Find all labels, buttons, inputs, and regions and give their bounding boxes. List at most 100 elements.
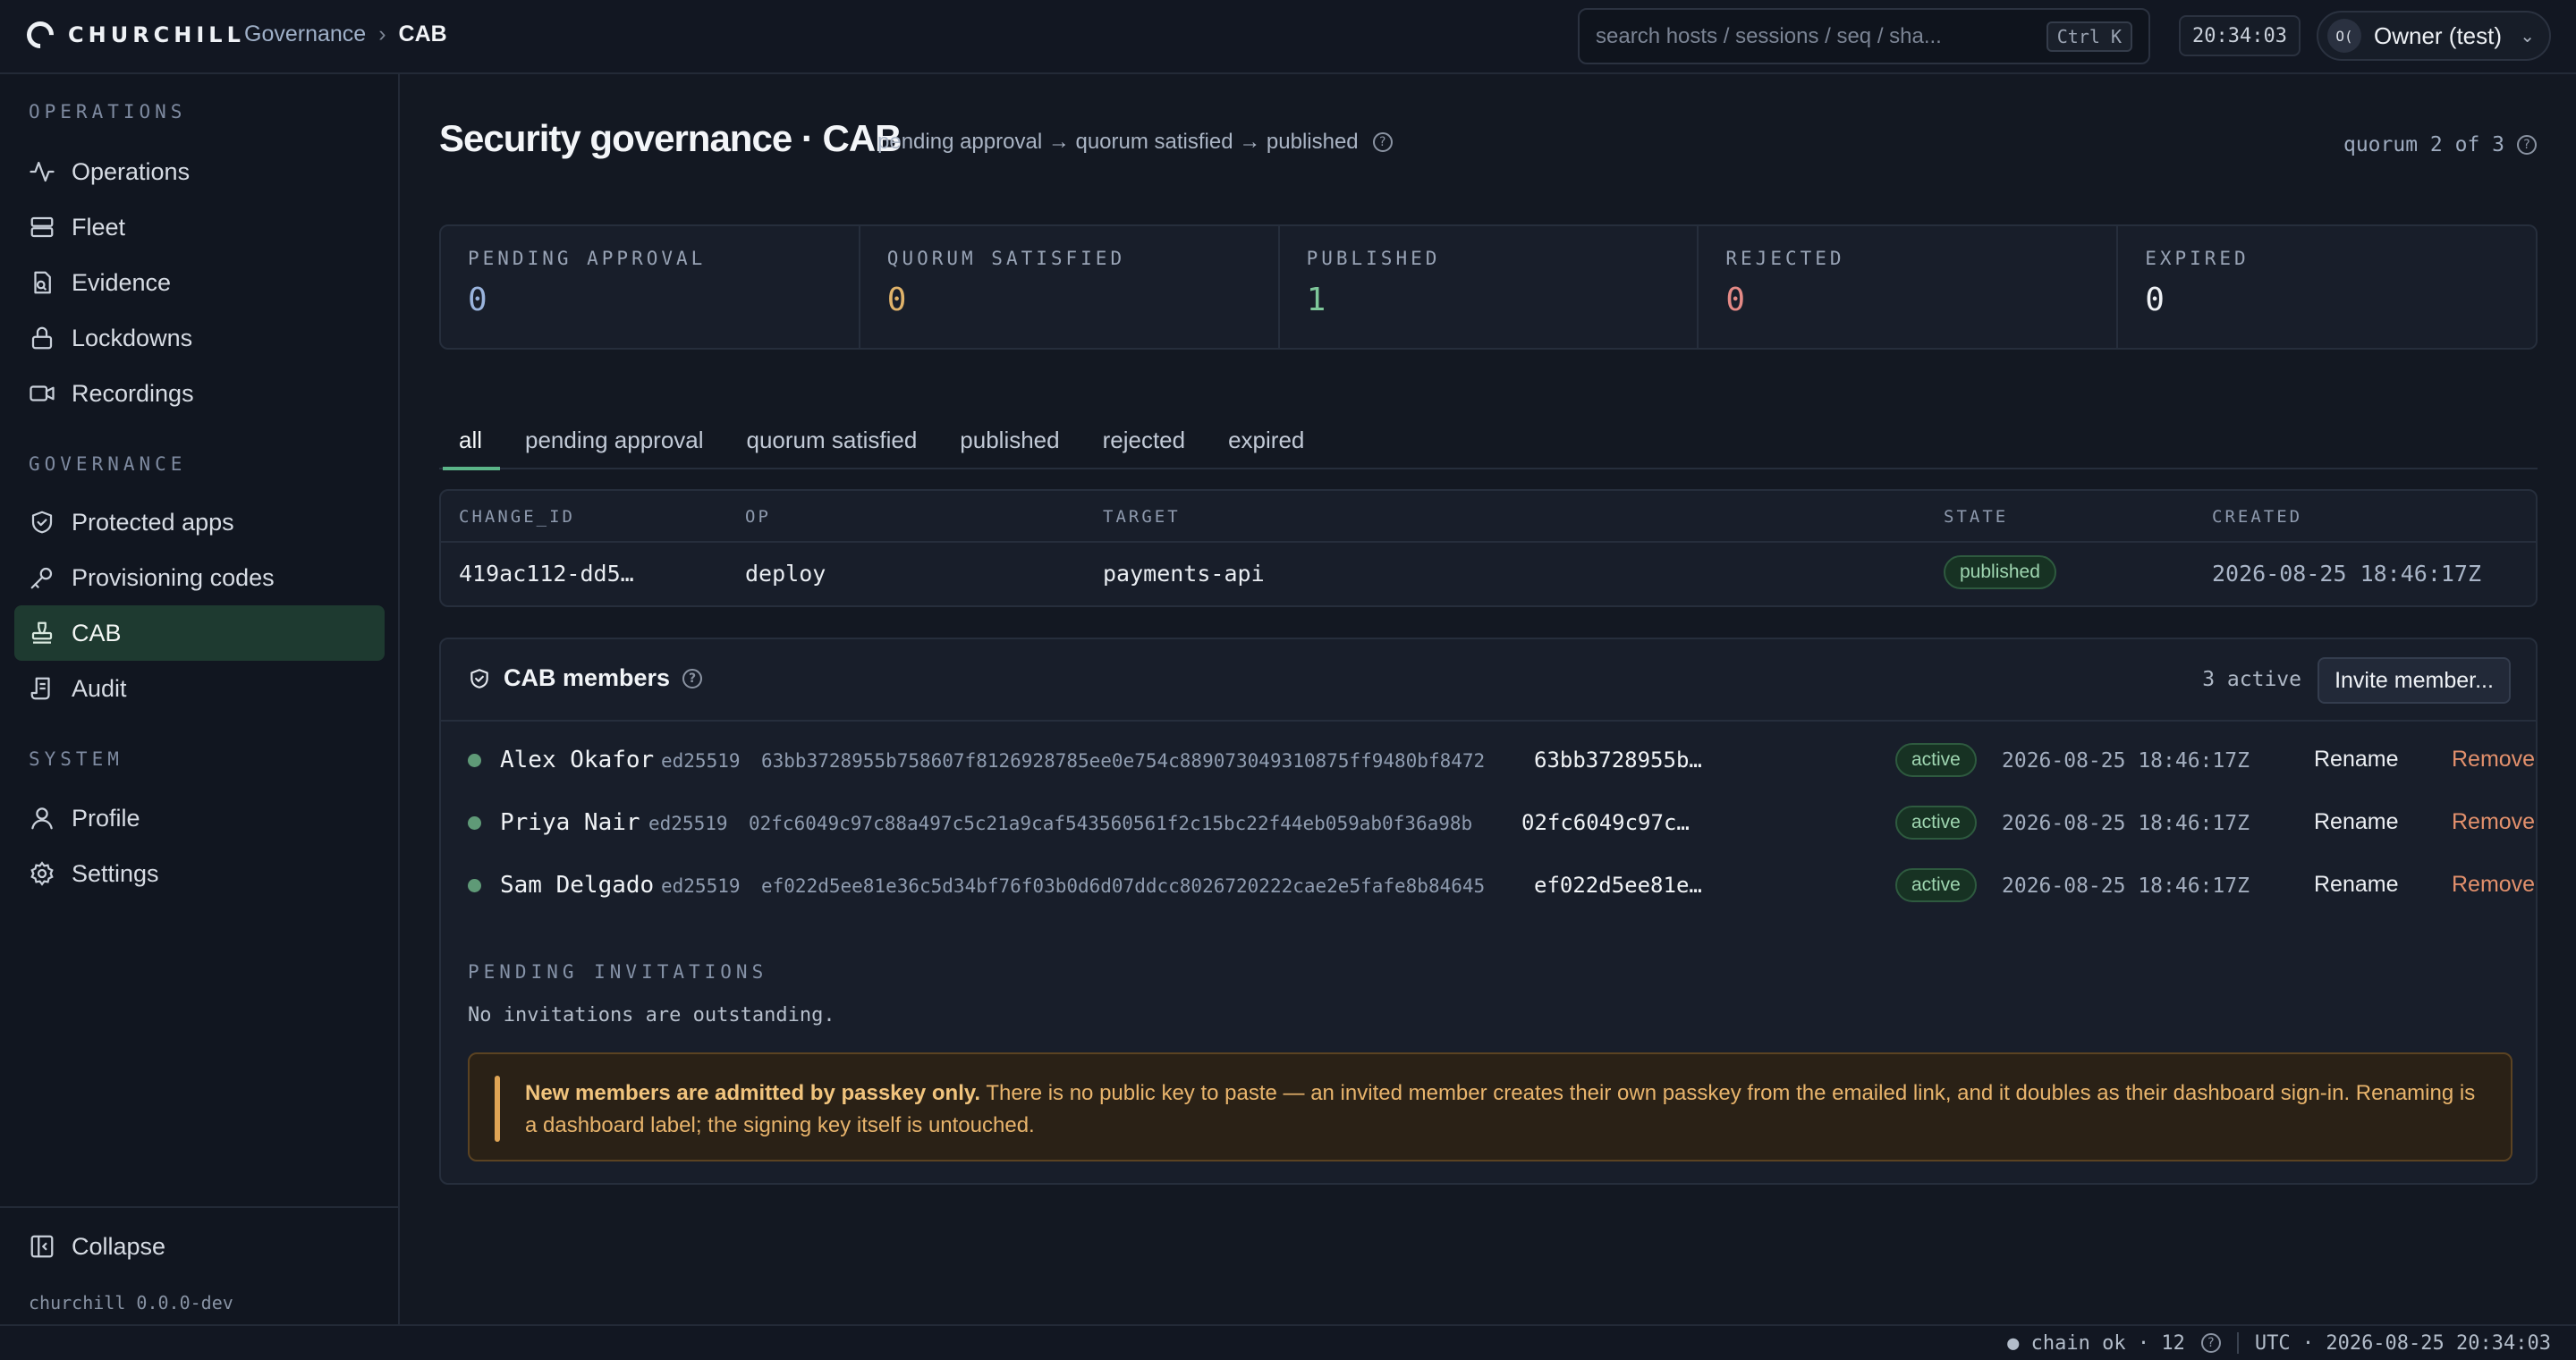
sidebar-item-profile[interactable]: Profile — [14, 790, 385, 846]
avatar: O( — [2327, 19, 2361, 53]
sidebar-item-recordings[interactable]: Recordings — [14, 366, 385, 421]
pending-invitations-empty: No invitations are outstanding. — [468, 1004, 835, 1026]
filter-tabs: all pending approval quorum satisfied pu… — [439, 412, 2538, 470]
sidebar-item-audit[interactable]: Audit — [14, 661, 385, 716]
sidebar-item-cab[interactable]: CAB — [14, 605, 385, 661]
member-public-key: 02fc6049c97c88a497c5c21a9caf543560561f2c… — [749, 813, 1473, 834]
rename-button[interactable]: Rename — [2314, 747, 2399, 773]
sidebar-item-label: Profile — [72, 804, 140, 832]
column-header-created[interactable]: CREATED — [2212, 507, 2302, 527]
user-menu[interactable]: O( Owner (test) ⌄ — [2317, 11, 2551, 61]
status-badge: active — [1895, 806, 1977, 840]
member-row: Alex Okafor ed25519 63bb3728955b758607f8… — [441, 738, 2539, 782]
key-icon — [30, 567, 53, 589]
breadcrumb-separator: › — [378, 21, 386, 46]
stat-label: REJECTED — [1725, 248, 1845, 269]
sidebar-item-evidence[interactable]: Evidence — [14, 255, 385, 310]
change-state: published — [1944, 555, 2056, 589]
global-search[interactable]: Ctrl K — [1578, 8, 2150, 64]
remove-button[interactable]: Remove — [2452, 872, 2535, 898]
stat-label: PENDING APPROVAL — [468, 248, 707, 269]
rename-button[interactable]: Rename — [2314, 872, 2399, 898]
tab-pending-approval[interactable]: pending approval — [504, 412, 725, 468]
sidebar-item-label: Fleet — [72, 213, 126, 241]
member-date: 2026-08-25 18:46:17Z — [2002, 749, 2250, 773]
sidebar-item-label: Provisioning codes — [72, 563, 275, 591]
tab-expired[interactable]: expired — [1207, 412, 1326, 468]
nav-section-system: SYSTEM — [29, 748, 123, 770]
sidebar-item-provisioning-codes[interactable]: Provisioning codes — [14, 550, 385, 605]
stat-value: 0 — [2145, 282, 2165, 318]
sidebar-item-fleet[interactable]: Fleet — [14, 199, 385, 255]
gear-icon — [30, 861, 54, 886]
help-icon[interactable]: ? — [682, 668, 703, 688]
column-header-change-id[interactable]: CHANGE_ID — [459, 507, 575, 527]
member-date: 2026-08-25 18:46:17Z — [2002, 874, 2250, 898]
breadcrumb-governance[interactable]: Governance — [244, 21, 366, 47]
members-header: CAB members ? 3 active Invite member... — [441, 639, 2536, 722]
change-id: 419ac112-dd5… — [459, 561, 634, 587]
stat-value: 0 — [886, 282, 907, 318]
page-title: Security governance · CAB — [439, 117, 902, 159]
member-key-short: 02fc6049c97c… — [1521, 810, 1690, 835]
status-badge: active — [1895, 868, 1977, 902]
member-row: Priya Nair ed25519 02fc6049c97c88a497c5c… — [441, 800, 2539, 845]
member-date: 2026-08-25 18:46:17Z — [2002, 812, 2250, 835]
remove-button[interactable]: Remove — [2452, 747, 2535, 773]
rename-button[interactable]: Rename — [2314, 809, 2399, 835]
utc-time: UTC · 2026-08-25 20:34:03 — [2254, 1331, 2551, 1355]
sidebar-item-lockdowns[interactable]: Lockdowns — [14, 310, 385, 366]
column-header-target[interactable]: TARGET — [1103, 507, 1181, 527]
user-icon — [31, 807, 53, 830]
collapse-button[interactable]: Collapse — [14, 1219, 385, 1274]
members-active-count: 3 active — [2202, 668, 2301, 691]
remove-button[interactable]: Remove — [2452, 809, 2535, 835]
column-header-op[interactable]: OP — [745, 507, 771, 527]
notice-bold: New members are admitted by passkey only… — [525, 1081, 981, 1105]
sidebar-item-label: Settings — [72, 859, 159, 887]
video-icon — [30, 385, 55, 401]
search-input[interactable] — [1596, 23, 2046, 49]
status-badge: published — [1944, 555, 2056, 589]
sidebar-item-settings[interactable]: Settings — [14, 846, 385, 901]
help-icon[interactable]: ? — [2517, 135, 2537, 155]
passkey-notice: New members are admitted by passkey only… — [468, 1052, 2512, 1161]
stat-published: PUBLISHED 1 — [1280, 226, 1699, 348]
sidebar-footer: Collapse churchill 0.0.0-dev — [0, 1206, 400, 1324]
sidebar-item-label: Lockdowns — [72, 324, 193, 351]
tab-rejected[interactable]: rejected — [1081, 412, 1208, 468]
stat-value: 0 — [468, 282, 487, 318]
column-header-state[interactable]: STATE — [1944, 507, 2008, 527]
help-icon[interactable]: ? — [1372, 132, 1393, 152]
file-search-icon — [34, 271, 51, 294]
members-title: CAB members ? — [468, 664, 703, 692]
table-row[interactable]: 419ac112-dd5… deploy payments-api publis… — [441, 543, 2536, 605]
page-subtitle: pending approval → quorum satisfied → pu… — [877, 130, 1393, 155]
tab-published[interactable]: published — [938, 412, 1080, 468]
tab-all[interactable]: all — [439, 412, 504, 470]
breadcrumb: Governance › CAB — [244, 21, 447, 47]
member-row: Sam Delgado ed25519 ef022d5ee81e36c5d34b… — [441, 863, 2539, 908]
app-logo[interactable]: CHURCHILL — [21, 15, 245, 55]
changes-table: CHANGE_ID OP TARGET STATE CREATED 419ac1… — [439, 489, 2538, 607]
app-version: churchill 0.0.0-dev — [29, 1292, 233, 1314]
help-icon[interactable]: ? — [2200, 1333, 2221, 1353]
member-public-key: 63bb3728955b758607f8126928785ee0e754c889… — [761, 750, 1486, 772]
status-badge: active — [1895, 743, 1977, 777]
stat-label: PUBLISHED — [1306, 248, 1441, 269]
stamp-icon — [31, 621, 53, 644]
quorum-text: quorum 2 of 3 — [2343, 133, 2504, 156]
nav-section-governance: GOVERNANCE — [29, 453, 187, 475]
scroll-icon — [30, 677, 50, 700]
sidebar-item-operations[interactable]: Operations — [14, 144, 385, 199]
sidebar-collapse-icon — [30, 1235, 54, 1258]
members-title-text: CAB members — [504, 664, 671, 691]
invite-member-button[interactable]: Invite member... — [2318, 657, 2511, 704]
sidebar-item-protected-apps[interactable]: Protected apps — [14, 494, 385, 550]
tab-quorum-satisfied[interactable]: quorum satisfied — [725, 412, 939, 468]
sidebar-item-label: Audit — [72, 674, 127, 702]
sidebar-item-label: Evidence — [72, 268, 172, 296]
breadcrumb-current: CAB — [398, 21, 447, 46]
member-algorithm: ed25519 — [648, 813, 728, 834]
shield-check-icon — [470, 668, 488, 688]
